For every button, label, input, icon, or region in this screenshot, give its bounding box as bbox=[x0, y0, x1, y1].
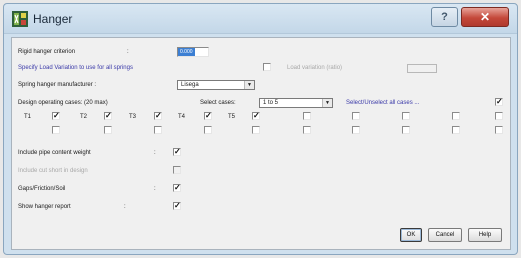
dialog-body: Rigid hanger criterion : 0.000 Specify L… bbox=[11, 37, 511, 250]
case-label-t5: T5 bbox=[228, 114, 236, 120]
case-checkbox-empty[interactable] bbox=[402, 112, 410, 120]
cut-short-label: Include cut short in design bbox=[18, 168, 88, 174]
check-mark-icon: ✓ bbox=[155, 111, 162, 120]
case-checkbox-empty[interactable] bbox=[104, 126, 112, 134]
rigid-hanger-value: 0.000 bbox=[178, 48, 195, 56]
chevron-down-icon: ▼ bbox=[322, 99, 332, 107]
check-mark-icon: ✓ bbox=[174, 183, 181, 192]
load-variation-ratio-label: Load variation (ratio) bbox=[287, 65, 343, 71]
gaps-friction-soil-colon: : bbox=[154, 186, 156, 192]
help-button-label: Help bbox=[478, 232, 492, 238]
load-variation-checkbox[interactable] bbox=[263, 63, 271, 71]
case-checkbox-empty[interactable] bbox=[495, 126, 503, 134]
select-cases-value: 1 to 5 bbox=[263, 100, 279, 106]
check-mark-icon: ✓ bbox=[174, 201, 181, 210]
select-all-cases-label: Select/Unselect all cases ... bbox=[346, 100, 420, 106]
window-title: Hanger bbox=[33, 12, 73, 26]
load-variation-label: Specify Load Variation to use for all sp… bbox=[18, 65, 133, 71]
case-checkbox-t1[interactable]: ✓ bbox=[52, 111, 60, 120]
question-mark-icon: ? bbox=[441, 11, 448, 23]
case-checkbox-empty[interactable] bbox=[352, 112, 360, 120]
help-title-button[interactable]: ? bbox=[431, 7, 458, 27]
close-button[interactable]: ✕ bbox=[461, 7, 509, 27]
case-checkbox-empty[interactable] bbox=[303, 112, 311, 120]
gaps-friction-soil-checkbox[interactable]: ✓ bbox=[173, 183, 181, 192]
ok-button[interactable]: OK bbox=[400, 228, 422, 242]
manufacturer-value: Lisega bbox=[181, 82, 199, 88]
title-bar[interactable]: Hanger ? ✕ bbox=[4, 4, 517, 34]
cut-short-checkbox bbox=[173, 166, 181, 174]
chevron-down-icon: ▼ bbox=[244, 81, 254, 89]
manufacturer-select[interactable]: Lisega ▼ bbox=[177, 80, 255, 90]
select-cases-dropdown[interactable]: 1 to 5 ▼ bbox=[259, 98, 333, 108]
help-button[interactable]: Help bbox=[468, 228, 502, 242]
check-mark-icon: ✓ bbox=[174, 147, 181, 156]
case-checkbox-empty[interactable] bbox=[495, 112, 503, 120]
check-mark-icon: ✓ bbox=[105, 111, 112, 120]
rigid-hanger-colon: : bbox=[127, 49, 129, 55]
case-checkbox-empty[interactable] bbox=[452, 126, 460, 134]
select-cases-label: Select cases: bbox=[200, 100, 236, 106]
hanger-report-colon: : bbox=[124, 204, 126, 210]
pipe-content-weight-colon: : bbox=[154, 150, 156, 156]
case-label-t4: T4 bbox=[178, 114, 186, 120]
pipe-content-weight-checkbox[interactable]: ✓ bbox=[173, 147, 181, 156]
cancel-button-label: Cancel bbox=[435, 232, 455, 238]
case-checkbox-empty[interactable] bbox=[402, 126, 410, 134]
case-checkbox-empty[interactable] bbox=[452, 112, 460, 120]
pipe-content-weight-label: Include pipe content weight bbox=[18, 150, 91, 156]
hanger-report-label: Show hanger report bbox=[18, 204, 71, 210]
check-mark-icon: ✓ bbox=[53, 111, 60, 120]
case-checkbox-t2[interactable]: ✓ bbox=[104, 111, 112, 120]
hanger-app-icon bbox=[12, 11, 28, 27]
check-mark-icon: ✓ bbox=[496, 97, 503, 106]
case-checkbox-t4[interactable]: ✓ bbox=[204, 111, 212, 120]
case-label-t1: T1 bbox=[24, 114, 32, 120]
case-checkbox-empty[interactable] bbox=[303, 126, 311, 134]
case-label-t2: T2 bbox=[80, 114, 88, 120]
hanger-report-checkbox[interactable]: ✓ bbox=[173, 201, 181, 210]
cancel-button[interactable]: Cancel bbox=[428, 228, 462, 242]
load-variation-ratio-input bbox=[407, 64, 437, 73]
gaps-friction-soil-label: Gaps/Friction/Soil bbox=[18, 186, 66, 192]
ok-button-label: OK bbox=[406, 232, 416, 238]
case-checkbox-empty[interactable] bbox=[252, 126, 260, 134]
case-checkbox-empty[interactable] bbox=[204, 126, 212, 134]
case-checkbox-empty[interactable] bbox=[52, 126, 60, 134]
case-label-t3: T3 bbox=[129, 114, 137, 120]
case-checkbox-empty[interactable] bbox=[352, 126, 360, 134]
check-mark-icon: ✓ bbox=[253, 111, 260, 120]
check-mark-icon: ✓ bbox=[205, 111, 212, 120]
rigid-hanger-input[interactable]: 0.000 bbox=[177, 47, 209, 57]
select-all-cases-checkbox[interactable]: ✓ bbox=[495, 97, 503, 106]
case-checkbox-t3[interactable]: ✓ bbox=[154, 111, 162, 120]
case-checkbox-t5[interactable]: ✓ bbox=[252, 111, 260, 120]
rigid-hanger-label: Rigid hanger criterion bbox=[18, 49, 76, 55]
design-cases-label: Design operating cases: (20 max) bbox=[18, 100, 108, 106]
close-icon: ✕ bbox=[479, 10, 491, 24]
hanger-dialog: Hanger ? ✕ Rigid hanger criterion : 0.00… bbox=[3, 3, 518, 255]
manufacturer-label: Spring hanger manufacturer : bbox=[18, 82, 97, 88]
case-checkbox-empty[interactable] bbox=[154, 126, 162, 134]
